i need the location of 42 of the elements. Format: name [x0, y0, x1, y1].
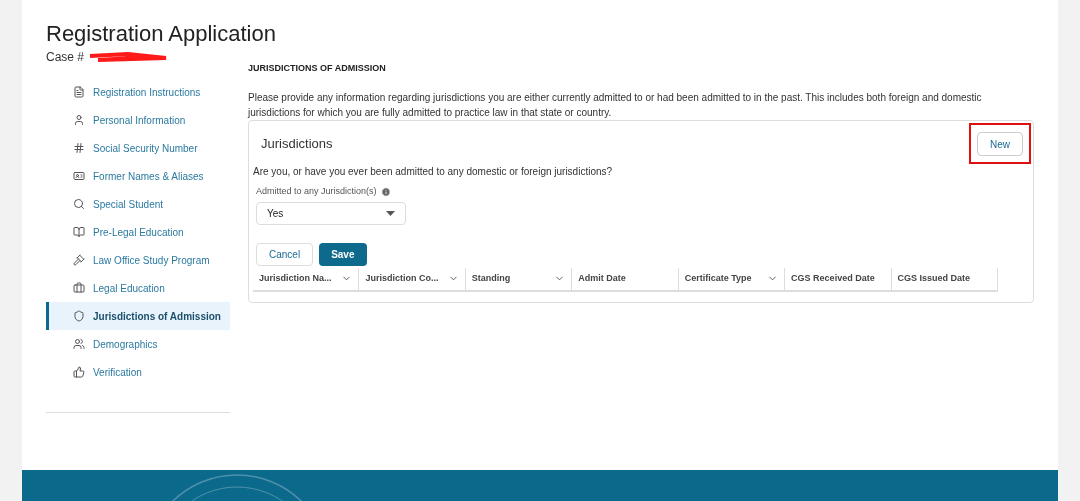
sidebar-item[interactable]: Verification — [46, 358, 230, 386]
gavel-icon — [73, 254, 85, 266]
sidebar-item[interactable]: Legal Education — [46, 274, 230, 302]
sidebar-item[interactable]: Former Names & Aliases — [46, 162, 230, 190]
column-header[interactable]: Certificate Type — [678, 267, 786, 290]
column-header[interactable]: CGS Issued Date — [891, 267, 998, 290]
sidebar-item[interactable]: Social Security Number — [46, 134, 230, 162]
column-header[interactable]: Jurisdiction Na... — [253, 267, 360, 290]
question-text: Are you, or have you ever been admitted to any domestic or foreign jurisdictions? — [253, 165, 614, 179]
dropdown-caret-icon — [386, 210, 395, 216]
hash-icon — [73, 142, 85, 154]
column-header[interactable]: CGS Received Date — [785, 267, 892, 290]
sidebar-item[interactable]: Pre-Legal Education — [46, 218, 230, 246]
sidebar-item[interactable]: Demographics — [46, 330, 230, 358]
intro-text: Please provide any information regarding jurisdictions you are either currently admitted to or had been admitted to in the past. This includes both foreign and domestic jurisdictions for which you are fully admitted to practice law in that state or country. — [248, 90, 983, 120]
id-card-icon — [73, 170, 85, 182]
info-icon[interactable] — [380, 186, 391, 197]
sidebar-item[interactable]: Personal Information — [46, 106, 230, 134]
shield-icon — [73, 310, 85, 322]
select-label: Admitted to any Jurisdiction(s) — [255, 185, 377, 198]
person-icon — [73, 114, 85, 126]
admitted-select[interactable]: Yes — [256, 201, 406, 225]
save-button[interactable]: Save — [319, 242, 367, 266]
sidebar-item[interactable]: Jurisdictions of Admission — [46, 302, 230, 330]
column-header[interactable]: Standing — [465, 267, 573, 290]
new-button[interactable]: New — [977, 132, 1023, 156]
sidebar-item[interactable]: Law Office Study Program — [46, 246, 230, 274]
thumbs-up-icon — [73, 366, 85, 378]
search-icon — [73, 198, 85, 210]
document-icon — [73, 86, 85, 98]
book-icon — [73, 226, 85, 238]
card-title: Jurisdictions — [261, 134, 333, 153]
case-label: Case # — [46, 49, 85, 66]
sidebar-item[interactable]: Special Student — [46, 190, 230, 218]
section-heading: JURISDICTIONS OF ADMISSION — [248, 62, 387, 75]
people-icon — [73, 338, 85, 350]
briefcase-icon — [73, 282, 85, 294]
page-title: Registration Application — [46, 20, 276, 48]
column-header[interactable]: Jurisdiction Co... — [359, 267, 466, 290]
cancel-button[interactable]: Cancel — [256, 242, 314, 266]
sidebar-item[interactable]: Registration Instructions — [46, 78, 230, 106]
column-header[interactable]: Admit Date — [572, 267, 679, 290]
